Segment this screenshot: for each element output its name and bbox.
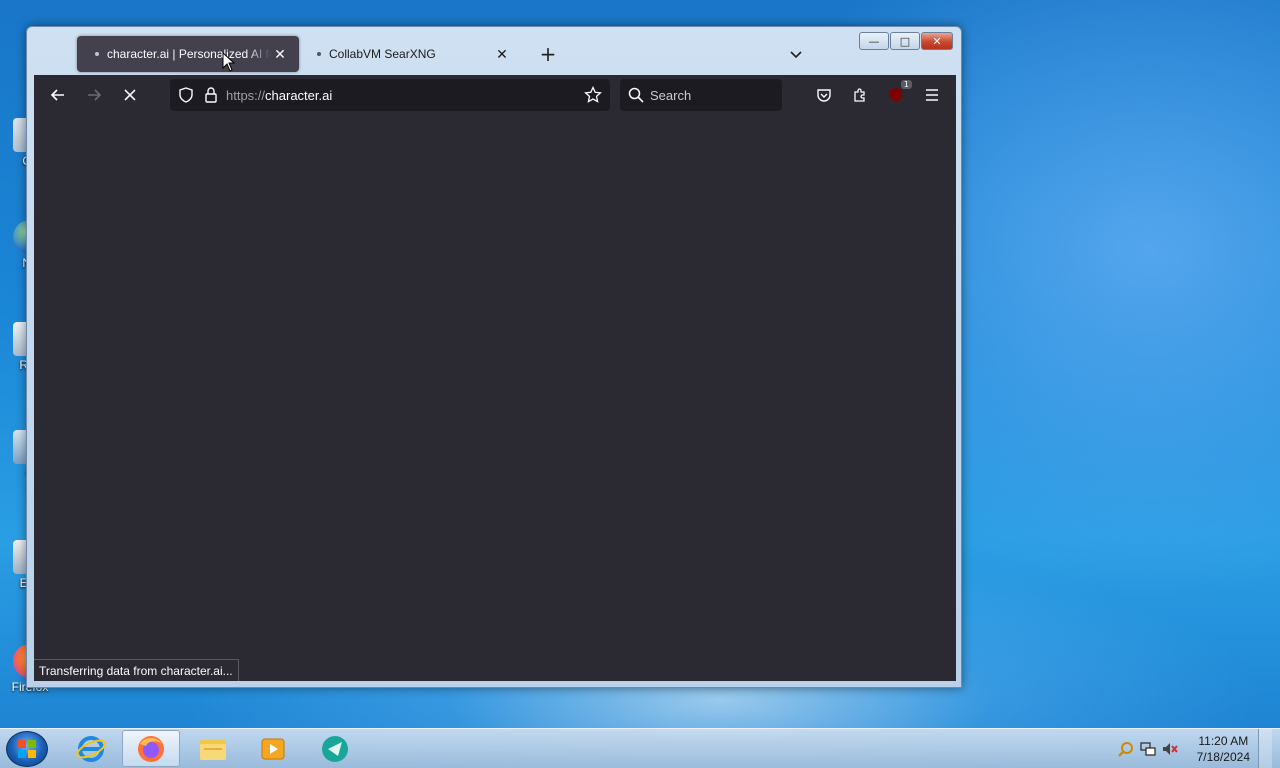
list-all-tabs-button[interactable] <box>785 43 807 65</box>
close-window-button[interactable]: ✕ <box>921 32 953 50</box>
chevron-down-icon <box>790 51 802 59</box>
tab-strip: character.ai | Personalized AI for ✕ Col… <box>35 35 811 73</box>
extensions-button[interactable] <box>844 79 876 111</box>
search-magnifier-tray-icon <box>1117 742 1133 757</box>
clock-time: 11:20 AM <box>1198 734 1249 748</box>
pocket-icon <box>817 89 831 102</box>
maximize-button[interactable]: □ <box>890 32 920 50</box>
network-icon <box>1139 742 1156 756</box>
status-panel: Transferring data from character.ai... <box>34 659 239 681</box>
ublock-shield-icon <box>890 88 902 102</box>
media-player-icon <box>261 738 285 759</box>
ublock-origin-button[interactable]: 1 <box>880 79 912 111</box>
back-button[interactable] <box>42 79 74 111</box>
pocket-button[interactable] <box>808 79 840 111</box>
taskbar-internet-explorer[interactable] <box>62 730 120 767</box>
taskbar-vm-app[interactable] <box>306 730 364 767</box>
system-tray: 11:20 AM 7/18/2024 <box>1115 729 1272 768</box>
speaker-muted-icon <box>1162 743 1178 755</box>
navigation-toolbar: https://character.ai 1 <box>34 75 956 115</box>
windows-logo-icon <box>18 740 36 758</box>
teal-circle-app-icon <box>322 735 348 762</box>
clock-date: 7/18/2024 <box>1196 750 1250 764</box>
search-input[interactable] <box>650 87 770 103</box>
maximize-icon: □ <box>899 34 911 48</box>
hamburger-menu-icon <box>926 89 938 101</box>
page-content-area: Transferring data from character.ai... <box>34 115 956 681</box>
tab-title: character.ai | Personalized AI for <box>107 47 271 61</box>
arrow-left-icon <box>50 89 64 101</box>
search-icon <box>628 87 644 103</box>
plus-icon: + <box>539 42 557 66</box>
minimize-button[interactable]: — <box>859 32 889 50</box>
search-bar[interactable] <box>620 79 782 111</box>
taskbar-media-player[interactable] <box>244 730 302 767</box>
tracking-protection-shield-icon[interactable] <box>178 87 194 103</box>
close-icon: ✕ <box>932 34 942 48</box>
window-controls: — □ ✕ <box>859 32 953 50</box>
tab-collabvm-searxng[interactable]: CollabVM SearXNG ✕ <box>299 36 521 72</box>
forward-button[interactable] <box>78 79 110 111</box>
puzzle-piece-icon <box>854 88 865 102</box>
taskbar-file-explorer[interactable] <box>184 730 242 767</box>
close-tab-button[interactable]: ✕ <box>271 45 289 63</box>
loading-dot-icon <box>95 52 99 56</box>
url-text[interactable]: https://character.ai <box>226 88 584 103</box>
app-menu-button[interactable] <box>916 79 948 111</box>
taskbar: 11:20 AM 7/18/2024 <box>0 728 1280 768</box>
stop-x-icon <box>124 89 136 101</box>
lock-icon[interactable] <box>204 87 218 103</box>
mouse-cursor-icon <box>222 52 236 72</box>
address-bar[interactable]: https://character.ai <box>170 79 610 111</box>
start-button[interactable] <box>6 731 48 767</box>
internet-explorer-icon <box>76 735 106 762</box>
firefox-icon <box>138 735 164 762</box>
star-icon <box>584 86 602 103</box>
clock[interactable]: 11:20 AM 7/18/2024 <box>1197 733 1250 765</box>
extension-badge: 1 <box>900 80 912 89</box>
toolbar-right: 1 <box>808 79 948 111</box>
tab-title: CollabVM SearXNG <box>329 47 436 61</box>
taskbar-firefox[interactable] <box>122 730 180 767</box>
close-tab-button[interactable]: ✕ <box>493 45 511 63</box>
stop-loading-button[interactable] <box>114 79 146 111</box>
url-scheme: https:// <box>226 87 266 103</box>
new-tab-button[interactable]: + <box>533 39 563 69</box>
tab-character-ai[interactable]: character.ai | Personalized AI for ✕ <box>77 36 299 72</box>
arrow-right-icon <box>88 89 102 101</box>
url-host: character.ai <box>265 87 333 103</box>
folder-icon <box>200 739 226 760</box>
loading-dot-icon <box>317 52 321 56</box>
bookmark-star-button[interactable] <box>584 86 602 104</box>
show-desktop-button[interactable] <box>1258 729 1272 768</box>
network-tray-button[interactable] <box>1137 738 1159 760</box>
firefox-window: — □ ✕ character.ai | Personalized AI for… <box>26 26 962 688</box>
minimize-icon: — <box>868 34 880 48</box>
action-center-button[interactable] <box>1115 738 1137 760</box>
volume-tray-button[interactable] <box>1159 738 1181 760</box>
